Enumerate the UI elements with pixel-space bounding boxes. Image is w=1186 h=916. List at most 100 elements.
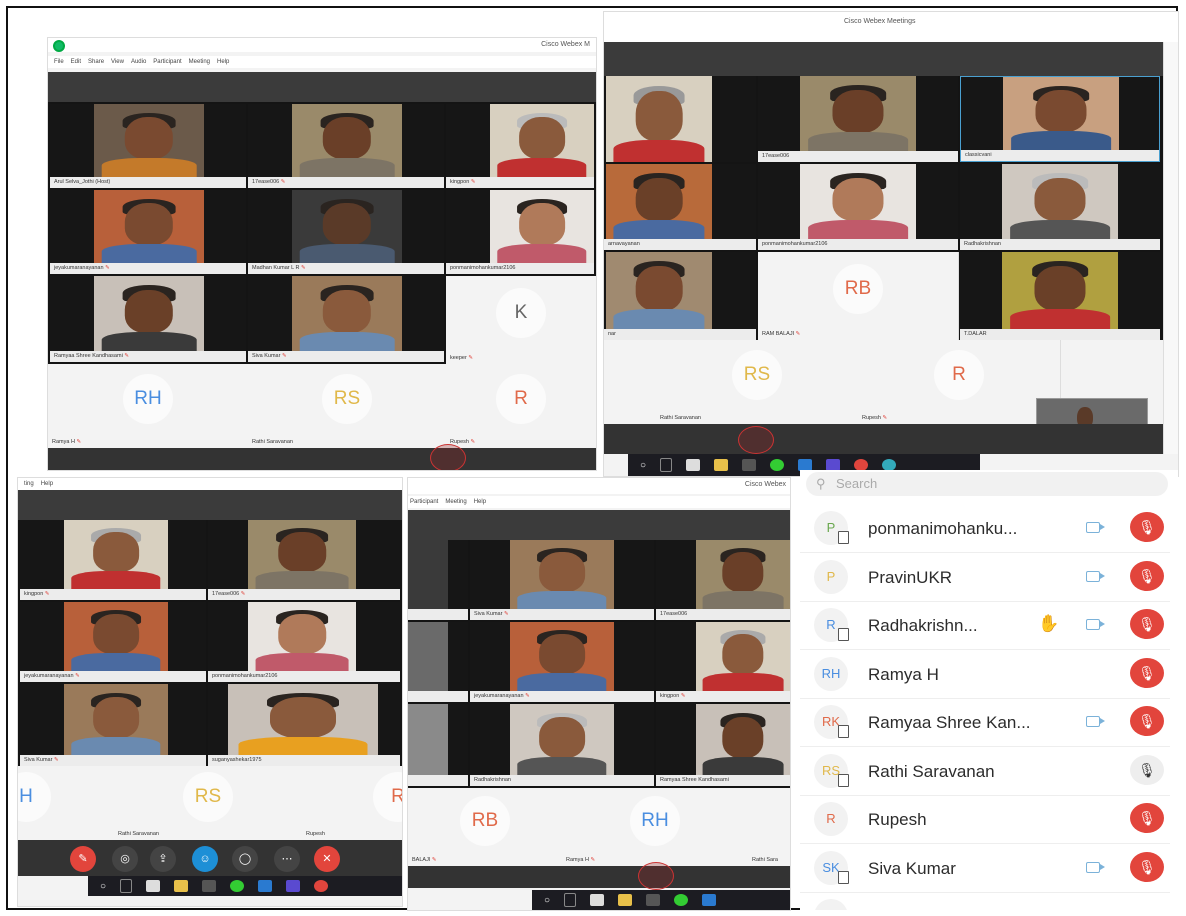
store-icon[interactable] xyxy=(590,894,605,906)
menu-meeting[interactable]: Meeting xyxy=(189,59,210,65)
mute-button[interactable] xyxy=(638,862,674,890)
video-tile[interactable]: T.DALAR xyxy=(960,252,1160,340)
video-tile[interactable]: Madhan Kumar L R ✎ xyxy=(248,190,444,274)
participant-row[interactable]: RH Ramya H 🎙 xyxy=(800,650,1170,699)
mute-button[interactable] xyxy=(430,444,466,470)
share-button[interactable]: ⇪ xyxy=(150,846,176,872)
app-icon[interactable] xyxy=(258,880,273,892)
video-tile[interactable]: ponmanimohankumar2106 xyxy=(208,602,400,682)
participant-row[interactable]: SK Siva Kumar 🎙 xyxy=(800,844,1170,893)
app-icon[interactable] xyxy=(202,880,217,892)
menu-file[interactable]: File xyxy=(54,59,64,65)
folder-icon[interactable] xyxy=(174,880,189,892)
avatar-tile[interactable]: RH Ramya H ✎ xyxy=(562,788,749,867)
video-camera-icon[interactable] xyxy=(1086,570,1105,582)
participant-row[interactable]: R Radhakrishn... ✋ 🎙 xyxy=(800,601,1170,650)
whatsapp-icon[interactable] xyxy=(770,459,785,471)
avatar-tile[interactable]: RB BALAJI ✎ xyxy=(408,788,563,867)
video-tile[interactable]: Ramyaa Shree Kandhasami ✎ xyxy=(50,276,246,362)
video-tile[interactable]: jeyakumaranayanan ✎ xyxy=(20,602,206,682)
avatar-tile[interactable]: RB RAM BALAJI ✎ xyxy=(758,252,959,341)
menu-edit[interactable]: Edit xyxy=(71,59,81,65)
task-view-icon[interactable] xyxy=(120,879,133,893)
participant-row[interactable]: R Rupesh 🎙 xyxy=(800,795,1170,844)
more-options-button[interactable]: ⋯ xyxy=(274,846,300,872)
video-tile[interactable] xyxy=(408,622,468,702)
store-icon[interactable] xyxy=(686,459,701,471)
menu-help[interactable]: Help xyxy=(474,499,486,505)
start-icon[interactable]: ○ xyxy=(544,895,550,906)
menu-participant[interactable]: Participant xyxy=(410,499,438,505)
video-tile[interactable]: classicvani xyxy=(960,76,1160,162)
participant-row[interactable]: Pponmanimohanku... 🎙 xyxy=(800,504,1170,553)
whatsapp-icon[interactable] xyxy=(674,894,689,906)
video-tile[interactable]: Ramyaa Shree Kandhasami xyxy=(656,704,790,786)
task-view-icon[interactable] xyxy=(660,458,673,472)
video-tile[interactable]: jeyakumaranayanan ✎ xyxy=(50,190,246,274)
video-tile[interactable]: 17ease006 xyxy=(656,540,790,620)
video-tile[interactable]: nar xyxy=(604,252,756,340)
avatar-tile[interactable]: R Rupesh ✎ xyxy=(858,340,1061,425)
participant-row[interactable]: RS Rathi Saravanan 🎙 xyxy=(800,747,1170,796)
app-icon[interactable] xyxy=(702,894,717,906)
video-tile[interactable]: kingpon ✎ xyxy=(20,520,206,600)
avatar-tile[interactable]: R Rupesh ✎ xyxy=(446,364,596,449)
video-off-button[interactable]: ◎ xyxy=(112,846,138,872)
app-icon[interactable] xyxy=(742,459,757,471)
video-tile[interactable]: Siva Kumar ✎ xyxy=(248,276,444,362)
menu-meeting[interactable]: ting xyxy=(24,481,34,487)
video-camera-icon[interactable] xyxy=(1086,522,1105,533)
mic-button[interactable]: 🎙 xyxy=(1130,754,1164,785)
app-icon[interactable] xyxy=(286,880,301,892)
avatar-tile[interactable]: RS Rathi Saravanan xyxy=(114,766,303,841)
folder-icon[interactable] xyxy=(714,459,729,471)
mic-muted-button[interactable]: 🎙 xyxy=(1130,851,1164,882)
menu-participant[interactable]: Participant xyxy=(153,59,181,65)
mute-button[interactable] xyxy=(738,426,774,454)
menu-share[interactable]: Share xyxy=(88,59,104,65)
video-tile[interactable]: arnavayanan xyxy=(604,164,756,250)
video-tile[interactable]: Radhakrishnan xyxy=(960,164,1160,250)
video-tile[interactable]: jeyakumaranayanan ✎ xyxy=(470,622,654,702)
video-tile[interactable]: kingpon ✎ xyxy=(656,622,790,702)
video-tile[interactable] xyxy=(408,540,468,620)
app-icon[interactable] xyxy=(646,894,661,906)
task-view-icon[interactable] xyxy=(564,893,577,907)
avatar-tile[interactable]: RH Ramya H ✎ xyxy=(48,364,249,449)
menu-help[interactable]: Help xyxy=(41,481,53,487)
mic-muted-button[interactable]: 🎙 xyxy=(1130,657,1164,688)
avatar-tile[interactable]: RS Rathi Saravanan xyxy=(656,340,859,425)
mic-muted-button[interactable]: 🎙 xyxy=(1130,609,1164,639)
video-tile[interactable]: Siva Kumar ✎ xyxy=(470,540,654,620)
chat-button[interactable]: ◯ xyxy=(232,846,258,872)
store-icon[interactable] xyxy=(146,880,161,892)
video-tile[interactable]: 17ease006 ✎ xyxy=(208,520,400,600)
mic-muted-button[interactable]: 🎙 xyxy=(1130,512,1164,542)
folder-icon[interactable] xyxy=(618,894,633,906)
participant-row[interactable]: RK Ramyaa Shree Kan... 🎙 xyxy=(800,698,1170,747)
avatar-tile[interactable]: H xyxy=(18,766,115,841)
video-camera-icon[interactable] xyxy=(1086,619,1105,630)
whatsapp-icon[interactable] xyxy=(230,880,245,892)
mic-muted-button[interactable]: 🎙 xyxy=(1130,560,1164,591)
video-tile[interactable] xyxy=(408,704,468,786)
search-input[interactable]: ⚲ Search xyxy=(806,472,1168,496)
video-tile[interactable]: 17ease006 xyxy=(758,76,958,162)
avatar-tile[interactable]: Kkeeper ✎ xyxy=(446,276,596,365)
scrollbar[interactable] xyxy=(1163,42,1178,454)
avatar-tile[interactable]: Rathi Sara xyxy=(748,788,790,867)
video-camera-icon[interactable] xyxy=(1086,861,1105,873)
mic-muted-button[interactable]: 🎙 xyxy=(1130,706,1164,736)
avatar-tile[interactable]: R Rupesh xyxy=(302,766,402,841)
menu-view[interactable]: View xyxy=(111,59,124,65)
participants-button[interactable]: ☺ xyxy=(192,846,218,872)
chrome-icon[interactable] xyxy=(314,880,329,892)
video-tile[interactable]: Radhakrishnan xyxy=(470,704,654,786)
video-tile[interactable]: Arul Selva_Jothi (Host) xyxy=(50,104,246,188)
video-tile[interactable]: 17ease006 ✎ xyxy=(248,104,444,188)
menu-meeting[interactable]: Meeting xyxy=(445,499,466,505)
video-tile[interactable]: suganyashekar1975 xyxy=(208,684,400,766)
mute-button[interactable]: ✎ xyxy=(70,846,96,872)
video-tile[interactable]: ponmanimohankumar2106 xyxy=(758,164,958,250)
menu-help[interactable]: Help xyxy=(217,59,229,65)
